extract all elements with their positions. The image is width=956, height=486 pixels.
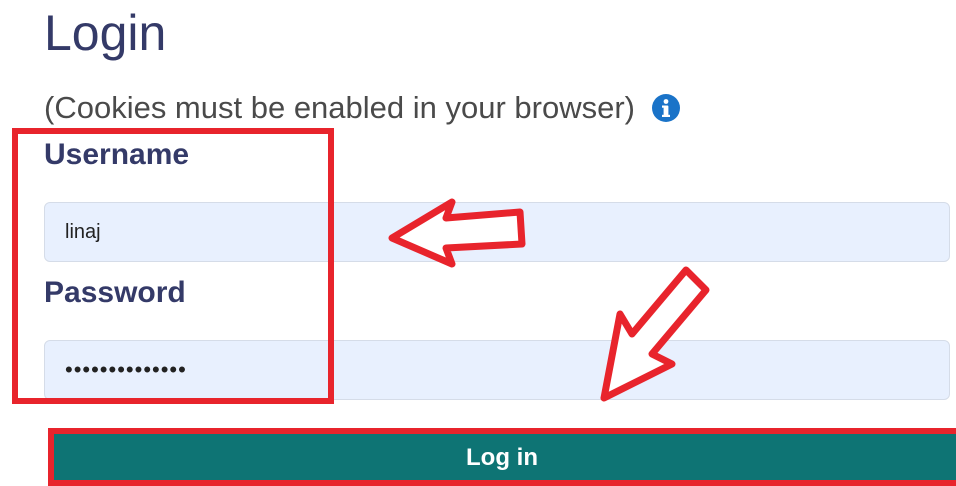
login-button[interactable]: Log in [48, 430, 956, 486]
username-label: Username [44, 138, 190, 171]
cookies-notice: (Cookies must be enabled in your browser… [44, 88, 681, 128]
password-input[interactable] [44, 340, 950, 400]
username-input[interactable] [44, 202, 950, 262]
cookies-note-text: (Cookies must be enabled in your browser… [44, 90, 635, 125]
page-title: Login [44, 5, 167, 61]
password-label: Password [44, 276, 186, 309]
info-icon[interactable] [651, 93, 681, 123]
